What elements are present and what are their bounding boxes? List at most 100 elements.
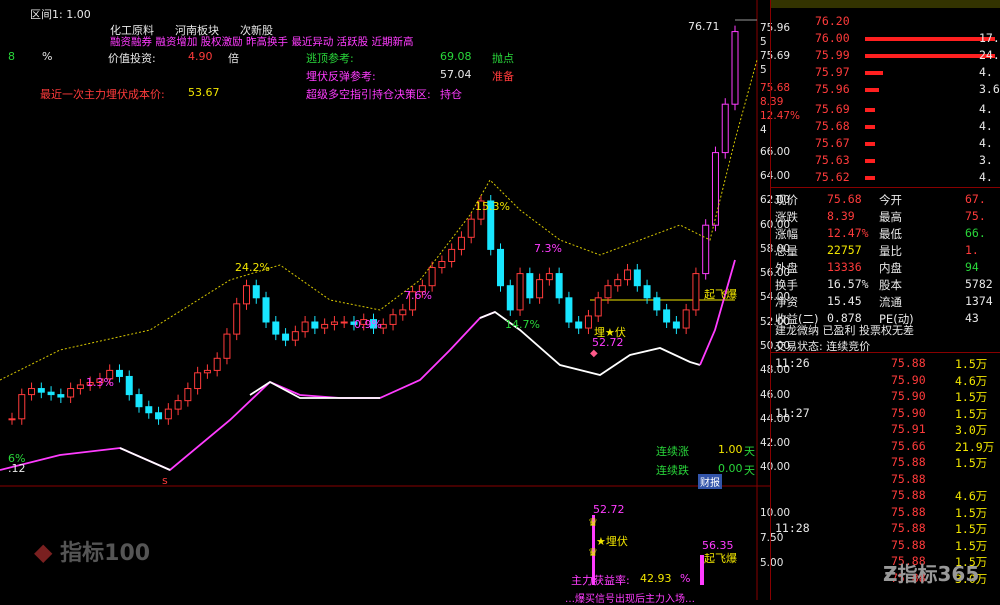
logo-icon: ◆ bbox=[34, 538, 53, 566]
order-book-row[interactable]: 75.68 4. bbox=[775, 119, 1000, 135]
candle bbox=[321, 323, 329, 329]
tick-row: 75.88 bbox=[775, 472, 1000, 488]
tick-price: 75.90 bbox=[891, 405, 926, 420]
tick-volume: 4.6万 bbox=[955, 373, 988, 388]
chart-area[interactable]: 区间1: 1.00 化工原料 河南板块 次新股 融资融券 融资增加 股权激励 昨… bbox=[0, 0, 800, 605]
value-invest-label: 价值投资: bbox=[108, 52, 156, 65]
candle bbox=[67, 388, 75, 398]
quote-value-2: 43 bbox=[965, 311, 979, 325]
order-book-row[interactable]: 75.97 4. bbox=[775, 65, 1000, 81]
pct-annotation-3: 7.3% bbox=[534, 242, 562, 255]
quote-value: 22757 bbox=[827, 243, 862, 257]
watermark-left: ◆ 指标100 bbox=[34, 538, 151, 566]
tick-price: 75.88 bbox=[891, 488, 926, 502]
tick-row: 11:27 75.90 1.5万 bbox=[775, 406, 1000, 422]
tick-row: 75.91 3.0万 bbox=[775, 422, 1000, 438]
candle bbox=[731, 31, 739, 105]
quote-row: 现价 75.68 今开 67. bbox=[775, 192, 1000, 208]
candle bbox=[311, 321, 319, 329]
order-book-row[interactable]: 75.96 3.6 bbox=[775, 82, 1000, 98]
candle bbox=[399, 309, 407, 316]
order-book-row[interactable]: 75.62 4. bbox=[775, 170, 1000, 186]
candle bbox=[155, 412, 163, 420]
consecutive-up-value: 1.00 bbox=[718, 443, 743, 456]
candle bbox=[282, 333, 290, 341]
candle bbox=[438, 261, 446, 269]
candle bbox=[47, 391, 55, 396]
order-volume: 4. bbox=[979, 65, 993, 79]
order-volume: 17.5 bbox=[979, 31, 1000, 45]
tick-time: 11:28 bbox=[775, 521, 810, 535]
candle bbox=[594, 297, 602, 317]
candle bbox=[702, 224, 710, 275]
candle bbox=[711, 152, 719, 226]
order-book-row[interactable]: 76.20 bbox=[775, 14, 1000, 30]
candle bbox=[145, 406, 153, 414]
tick-volume: 1.5万 bbox=[955, 522, 988, 536]
order-book-row[interactable]: 75.67 4. bbox=[775, 136, 1000, 152]
order-price: 75.68 bbox=[815, 119, 850, 133]
candle bbox=[516, 273, 524, 311]
tick-row: 75.88 1.5万 bbox=[775, 538, 1000, 554]
order-volume-bar bbox=[865, 54, 995, 58]
sub-value-1: 52.72 bbox=[593, 503, 625, 516]
order-price: 75.69 bbox=[815, 102, 850, 116]
order-price: 76.20 bbox=[815, 14, 850, 28]
ref-rebound-label: 埋伏反弹参考: bbox=[306, 70, 376, 83]
order-volume-bar bbox=[865, 37, 995, 41]
candle bbox=[643, 285, 651, 299]
indicator-line bbox=[0, 59, 758, 381]
order-book-row[interactable]: 75.99 24.3 bbox=[775, 48, 1000, 64]
order-book-row[interactable]: 76.00 17.5 bbox=[775, 31, 1000, 47]
quote-key-2: 最高 bbox=[879, 210, 902, 224]
candle bbox=[545, 273, 553, 281]
profit-rate-unit: % bbox=[680, 572, 691, 585]
left-number: 8 bbox=[8, 50, 15, 63]
order-book-row[interactable]: 75.69 4. bbox=[775, 102, 1000, 118]
order-volume: 4. bbox=[979, 170, 993, 184]
candle bbox=[653, 297, 661, 311]
quote-key: 现价 bbox=[775, 193, 798, 207]
quote-value: 12.47% bbox=[827, 226, 869, 240]
value-invest-num: 4.90 bbox=[188, 50, 213, 63]
ref-top-tag: 抛点 bbox=[492, 52, 514, 65]
candle bbox=[291, 331, 299, 341]
candle bbox=[584, 315, 592, 329]
indicator-line bbox=[0, 311, 496, 472]
order-book-row[interactable]: 75.63 3. bbox=[775, 153, 1000, 169]
ref-rebound-tag: 准备 bbox=[492, 70, 514, 83]
peak-price-label: 76.71 bbox=[688, 20, 720, 33]
watermark-right: Ƶ指标365 bbox=[883, 562, 980, 586]
quote-key-2: 量比 bbox=[879, 244, 902, 258]
profit-rate-value: 42.93 bbox=[640, 572, 672, 585]
axis-tick: 5 bbox=[760, 36, 767, 48]
candle bbox=[614, 279, 622, 287]
order-price: 75.97 bbox=[815, 65, 850, 79]
consecutive-down-unit: 天 bbox=[744, 464, 755, 477]
pct-annotation-5: 0.9% bbox=[354, 318, 382, 331]
order-volume-bar bbox=[865, 125, 875, 129]
quote-key-2: 股本 bbox=[879, 278, 902, 292]
brand-logo-icon: Ƶ bbox=[883, 562, 898, 586]
order-volume-bar bbox=[865, 176, 875, 180]
quote-value-2: 67. bbox=[965, 192, 986, 206]
tick-volume: 1.5万 bbox=[955, 538, 988, 553]
candle bbox=[555, 273, 563, 299]
candle bbox=[389, 314, 397, 325]
candle bbox=[213, 357, 221, 371]
value-invest-unit: 倍 bbox=[228, 52, 239, 65]
consecutive-up-unit: 天 bbox=[744, 445, 755, 458]
finance-report-tab[interactable]: 财报 bbox=[698, 474, 722, 489]
quote-value: 16.57% bbox=[827, 277, 869, 291]
moneybag-icon: ♛ bbox=[588, 546, 598, 559]
tick-row: 75.88 4.6万 bbox=[775, 488, 1000, 504]
consecutive-down-label: 连续跌 bbox=[656, 464, 689, 477]
quote-row: 外盘 13336 内盘 94 bbox=[775, 260, 1000, 276]
order-price: 75.62 bbox=[815, 170, 850, 184]
order-price: 75.63 bbox=[815, 153, 850, 167]
candle bbox=[497, 248, 505, 287]
tick-row: 75.88 1.5万 bbox=[775, 505, 1000, 521]
candle bbox=[203, 369, 211, 374]
quote-value-2: 5782 bbox=[965, 277, 993, 291]
tick-row: 11:26 75.88 1.5万 bbox=[775, 356, 1000, 372]
